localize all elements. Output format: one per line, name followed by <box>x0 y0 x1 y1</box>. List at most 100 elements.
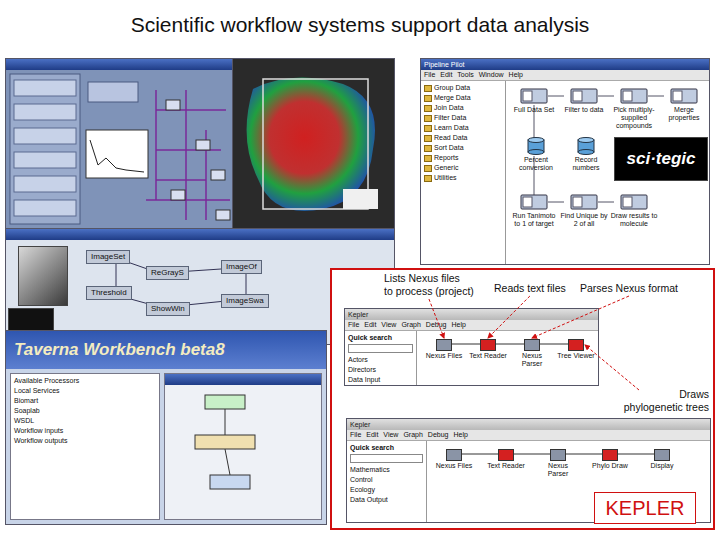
workflow-node[interactable]: ReGrayS <box>146 266 189 280</box>
workflow-actor[interactable]: Text Reader <box>467 339 509 360</box>
menu-item[interactable]: Window <box>479 70 504 80</box>
actor-label: Display <box>651 462 674 470</box>
dataflow-window[interactable] <box>5 58 235 230</box>
tree-item[interactable]: Data Output <box>350 495 423 505</box>
pipeline-node[interactable]: Draw results to molecule <box>610 193 658 228</box>
slide-stage: ImageSet ReGrayS Threshold ShowWin ImageOf Im… <box>0 50 720 540</box>
tree-item[interactable]: Directors <box>348 365 413 375</box>
actor-label: Text Reader <box>469 352 507 360</box>
pipeline-node[interactable]: Full Data Set <box>510 87 558 114</box>
workflow-actor[interactable]: Nexus Parser <box>511 339 553 368</box>
tree-item[interactable]: Learn Data <box>424 123 502 133</box>
workflow-node[interactable]: ImageOf <box>221 260 262 274</box>
pipeline-node-label: Find Unique by 2 of all <box>560 212 608 228</box>
pipeline-node[interactable]: Merge properties <box>660 87 708 122</box>
pipeline-node[interactable]: Pick multiply-supplied compounds <box>610 87 658 130</box>
tree-item[interactable]: WSDL <box>14 416 156 426</box>
workflow-actor[interactable]: Display <box>641 449 683 470</box>
tree-item[interactable]: Utilities <box>424 173 502 183</box>
search-field[interactable] <box>350 454 423 463</box>
tree-item[interactable]: Group Data <box>424 83 502 93</box>
tree-item[interactable]: Merge Data <box>424 93 502 103</box>
menu-item[interactable]: View <box>381 320 396 330</box>
folder-icon <box>424 165 432 172</box>
menu-item[interactable]: Graph <box>401 320 420 330</box>
tree-item[interactable]: Generic <box>424 163 502 173</box>
kepler-label-text: KEPLER <box>606 497 685 520</box>
menu-item[interactable]: File <box>350 430 361 440</box>
pipeline-node[interactable]: Run Tanimoto to 1 of target <box>510 193 558 228</box>
pipeline-node[interactable]: Find Unique by 2 of all <box>560 193 608 228</box>
pipeline-node[interactable]: Percent conversion <box>512 137 560 172</box>
pipeline-node-label: Run Tanimoto to 1 of target <box>510 212 558 228</box>
search-field[interactable] <box>348 344 413 353</box>
quick-search-label: Quick search <box>348 333 413 343</box>
tree-item[interactable]: Actors <box>348 355 413 365</box>
menu-bar: File Edit View Graph Debug Help <box>345 320 598 331</box>
tree-item[interactable]: Ecology <box>350 485 423 495</box>
menu-item[interactable]: Graph <box>403 430 422 440</box>
workflow-actor[interactable]: Nexus Files <box>433 449 475 470</box>
quick-search-label: Quick search <box>350 443 423 453</box>
pipeline-node-label: Percent conversion <box>512 156 560 172</box>
tree-item[interactable]: Biomart <box>14 396 156 406</box>
pipeline-node[interactable]: Filter to data <box>560 87 608 114</box>
tree-item[interactable]: Control <box>350 475 423 485</box>
pipeline-node[interactable]: Record numbers <box>562 137 610 172</box>
menu-item[interactable]: Edit <box>366 430 378 440</box>
tree-item[interactable]: Mathematics <box>350 465 423 475</box>
actor-library: Quick search MathematicsControlEcologyDat… <box>347 441 427 522</box>
pipeline-node-label: Record numbers <box>562 156 610 172</box>
cylinder-icon <box>572 137 600 155</box>
workflow-actor[interactable]: Phylo Draw <box>589 449 631 470</box>
folder-icon <box>424 105 432 112</box>
menu-item[interactable]: Help <box>509 70 523 80</box>
kepler-window[interactable]: KeplerFileEditViewGraphDebugHelpQuick se… <box>344 308 599 386</box>
taverna-banner: Taverna Workbench beta8 <box>6 331 326 369</box>
tree-item[interactable]: Local Services <box>14 386 156 396</box>
tree-item[interactable]: Filter Data <box>424 113 502 123</box>
workflow-node[interactable]: ImageSet <box>86 250 130 264</box>
title-bar <box>165 374 321 385</box>
tree-item[interactable]: Data Input <box>348 375 413 385</box>
component-icon <box>570 87 598 105</box>
tree-item[interactable]: Reports <box>424 153 502 163</box>
workflow-actor[interactable]: Text Reader <box>485 449 527 470</box>
pipeline-pilot-window[interactable]: Pipeline PilotFileEditToolsWindowHelpGro… <box>420 58 710 265</box>
workflow-actor[interactable]: Nexus Files <box>423 339 465 360</box>
menu-bar: File Edit Tools Window Help <box>421 70 709 81</box>
folder-icon <box>424 175 432 182</box>
tree-item[interactable]: Workflow outputs <box>14 436 156 446</box>
menu-item[interactable]: Help <box>452 320 466 330</box>
visualization-window[interactable] <box>232 58 395 230</box>
menu-item[interactable]: Tools <box>457 70 473 80</box>
workflow-node[interactable]: Threshold <box>86 286 132 300</box>
menu-item[interactable]: Debug <box>428 430 449 440</box>
workflow-node[interactable]: ImageSwa <box>221 294 269 308</box>
actor-label: Nexus Files <box>436 462 473 470</box>
tree-item[interactable]: Join Data <box>424 103 502 113</box>
tree-item[interactable]: Workflow inputs <box>14 426 156 436</box>
tree-label: Sort Data <box>434 144 464 151</box>
tree-item[interactable]: Read Data <box>424 133 502 143</box>
tree-item[interactable]: Sort Data <box>424 143 502 153</box>
menu-item[interactable]: Debug <box>426 320 447 330</box>
actor-label: Nexus Parser <box>537 462 579 478</box>
folder-icon <box>424 95 432 102</box>
taverna-window[interactable]: Taverna Workbench beta8 Available Process… <box>5 330 327 525</box>
pipeline-node-label: Merge properties <box>660 106 708 122</box>
actor-box <box>654 449 670 461</box>
workflow-actor[interactable]: Nexus Parser <box>537 449 579 478</box>
workflow-node[interactable]: ShowWin <box>146 302 190 316</box>
menu-item[interactable]: Edit <box>364 320 376 330</box>
menu-item[interactable]: Help <box>454 430 468 440</box>
menu-item[interactable]: View <box>383 430 398 440</box>
menu-item[interactable]: File <box>424 70 435 80</box>
workflow-actor[interactable]: Tree Viewer <box>555 339 597 360</box>
menu-item[interactable]: File <box>348 320 359 330</box>
tree-item[interactable]: Soaplab <box>14 406 156 416</box>
kepler-panel: KeplerFileEditViewGraphDebugHelpQuick se… <box>330 268 715 530</box>
menu-item[interactable]: Edit <box>440 70 452 80</box>
component-icon <box>570 193 598 211</box>
tree-item[interactable]: Available Processors <box>14 376 156 386</box>
